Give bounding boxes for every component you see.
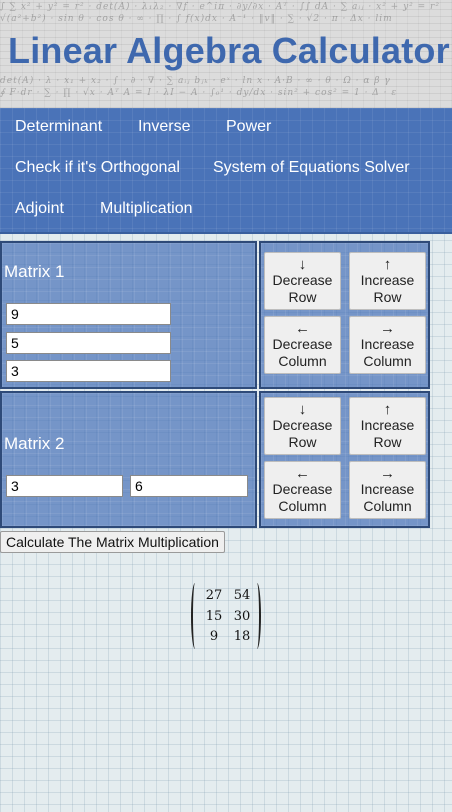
result-cell: 30 bbox=[233, 608, 251, 624]
arrow-up-icon: ↑ bbox=[383, 400, 392, 418]
calculate-multiplication-button[interactable]: Calculate The Matrix Multiplication bbox=[0, 531, 225, 553]
matrix2-cell-r1c1[interactable] bbox=[6, 475, 123, 497]
result-grid: 27 54 15 30 9 18 bbox=[203, 586, 253, 648]
left-paren bbox=[191, 583, 199, 649]
arrow-right-icon: → bbox=[380, 464, 395, 482]
matrix2-increase-column-button[interactable]: → Increase Column bbox=[349, 461, 426, 519]
matrix1-decrease-row-button[interactable]: ↓ Decrease Row bbox=[264, 252, 341, 310]
arrow-down-icon: ↓ bbox=[298, 255, 307, 273]
result-cell: 9 bbox=[209, 629, 219, 644]
nav-link-inverse[interactable]: Inverse bbox=[138, 118, 190, 136]
result-matrix: 27 54 15 30 9 18 bbox=[191, 583, 261, 649]
right-paren bbox=[253, 583, 261, 649]
header-banner: ∫ ∑ x² + y² = r² · det(A) · λ₁λ₂ · ∇f · … bbox=[0, 0, 452, 108]
arrow-left-icon: ← bbox=[295, 464, 310, 482]
matrix2-decrease-row-button[interactable]: ↓ Decrease Row bbox=[264, 397, 341, 455]
matrix2-cell-r1c2[interactable] bbox=[130, 475, 248, 497]
nav-link-adjoint[interactable]: Adjoint bbox=[15, 200, 64, 218]
matrix2-increase-row-button[interactable]: ↑ Increase Row bbox=[349, 397, 426, 455]
result-cell: 15 bbox=[205, 608, 223, 624]
nav-link-determinant[interactable]: Determinant bbox=[15, 118, 102, 136]
matrix2-controls: ↓ Decrease Row ↑ Increase Row ← Decrease… bbox=[259, 391, 430, 528]
matrix2-label: Matrix 2 bbox=[4, 434, 65, 453]
result-row: 27 54 bbox=[203, 586, 253, 607]
nav-link-orthogonal[interactable]: Check if it's Orthogonal bbox=[15, 159, 180, 177]
arrow-up-icon: ↑ bbox=[383, 255, 392, 273]
result-row: 15 30 bbox=[203, 607, 253, 628]
nav-link-system-solver[interactable]: System of Equations Solver bbox=[213, 159, 410, 177]
matrix1-cell-r2c1[interactable] bbox=[6, 332, 171, 354]
matrix1-cell-r3c1[interactable] bbox=[6, 360, 171, 382]
main-nav: Determinant Inverse Power Check if it's … bbox=[0, 108, 452, 234]
page-title: Linear Algebra Calculator bbox=[8, 30, 450, 71]
arrow-down-icon: ↓ bbox=[298, 400, 307, 418]
arrow-left-icon: ← bbox=[295, 319, 310, 337]
header-background-pattern: ∫ ∑ x² + y² = r² · det(A) · λ₁λ₂ · ∇f · … bbox=[0, 2, 440, 12]
nav-link-power[interactable]: Power bbox=[226, 118, 271, 136]
matrix1-decrease-column-button[interactable]: ← Decrease Column bbox=[264, 316, 341, 374]
matrix1-label: Matrix 1 bbox=[4, 262, 65, 281]
matrix1-cell-r1c1[interactable] bbox=[6, 303, 171, 325]
result-cell: 54 bbox=[233, 588, 251, 603]
matrix2-decrease-column-button[interactable]: ← Decrease Column bbox=[264, 461, 341, 519]
arrow-right-icon: → bbox=[380, 319, 395, 337]
matrix1-increase-row-button[interactable]: ↑ Increase Row bbox=[349, 252, 426, 310]
matrix1-controls: ↓ Decrease Row ↑ Increase Row ← Decrease… bbox=[259, 241, 430, 389]
matrix2-panel: Matrix 2 bbox=[0, 391, 257, 528]
result-row: 9 18 bbox=[203, 627, 253, 648]
result-cell: 18 bbox=[233, 629, 251, 644]
matrix1-panel: Matrix 1 bbox=[0, 241, 257, 389]
matrix1-increase-column-button[interactable]: → Increase Column bbox=[349, 316, 426, 374]
result-cell: 27 bbox=[205, 588, 223, 603]
nav-link-multiplication[interactable]: Multiplication bbox=[100, 200, 192, 218]
